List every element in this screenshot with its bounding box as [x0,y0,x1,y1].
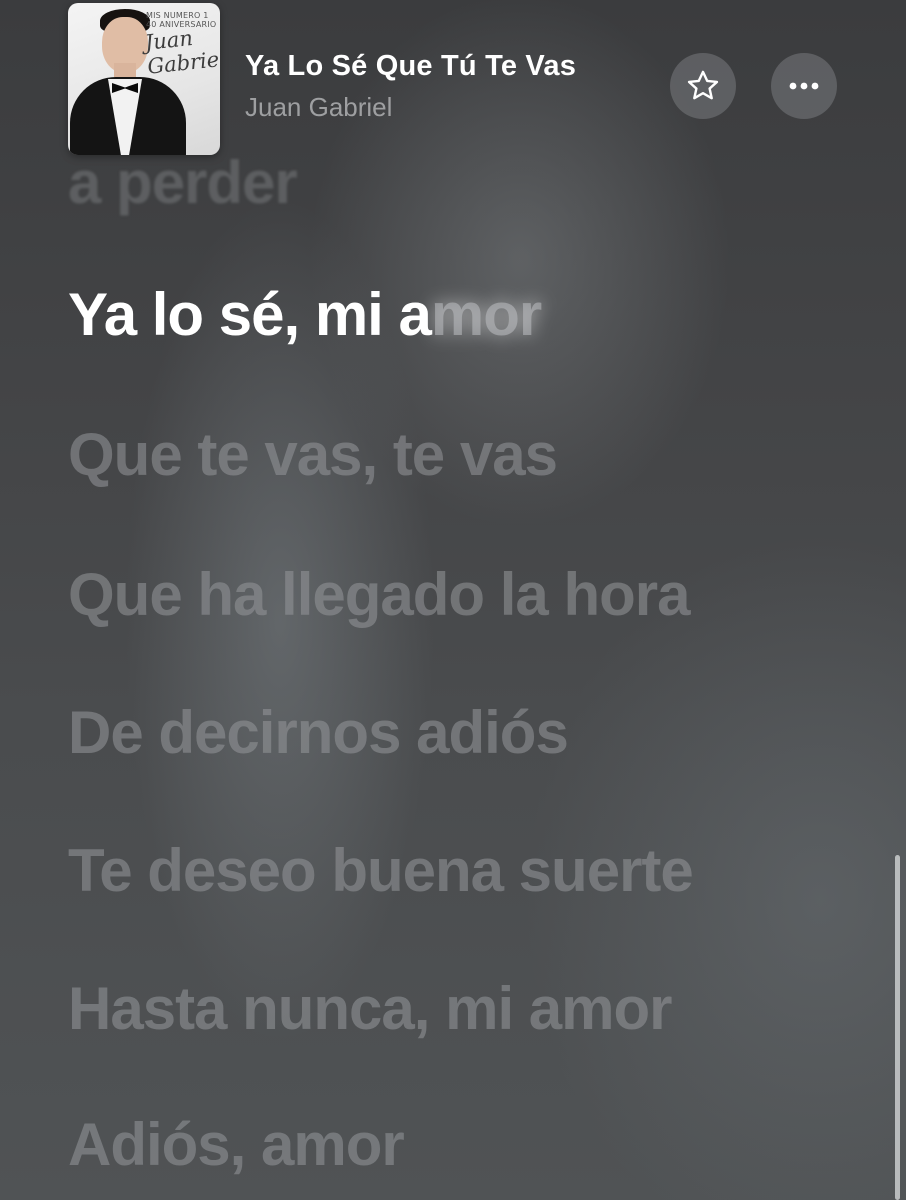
scroll-indicator[interactable] [895,855,900,1200]
album-artwork[interactable]: MIS NUMERO 1 40 ANIVERSARIO Juan Gabriel [68,3,220,155]
lyric-line[interactable]: Te deseo buena suerte [68,836,694,905]
ellipsis-icon [789,82,819,90]
lyric-line[interactable]: Adiós, amor [68,1110,405,1179]
artist-name[interactable]: Juan Gabriel [245,92,392,123]
lyric-line-current[interactable]: Ya lo sé, mi amor [68,280,542,349]
lyric-line[interactable]: Que te vas, te vas [68,420,558,489]
lyric-sung-portion: Ya lo sé, mi a [68,281,432,348]
lyric-line[interactable]: Hasta nunca, mi amor [68,974,673,1043]
artwork-signature: Juan Gabriel [143,25,220,79]
song-title[interactable]: Ya Lo Sé Que Tú Te Vas [245,50,576,83]
now-playing-header: MIS NUMERO 1 40 ANIVERSARIO Juan Gabriel… [0,0,906,160]
lyric-line[interactable]: Que ha llegado la hora [68,560,690,629]
more-options-button[interactable] [771,53,837,119]
star-outline-icon [687,70,719,100]
lyric-unsung-portion: mor [430,281,542,348]
favorite-button[interactable] [670,53,736,119]
lyrics-view[interactable]: a perder Ya lo sé, mi amor Que te vas, t… [0,0,906,1200]
lyric-line[interactable]: De decirnos adiós [68,698,569,767]
